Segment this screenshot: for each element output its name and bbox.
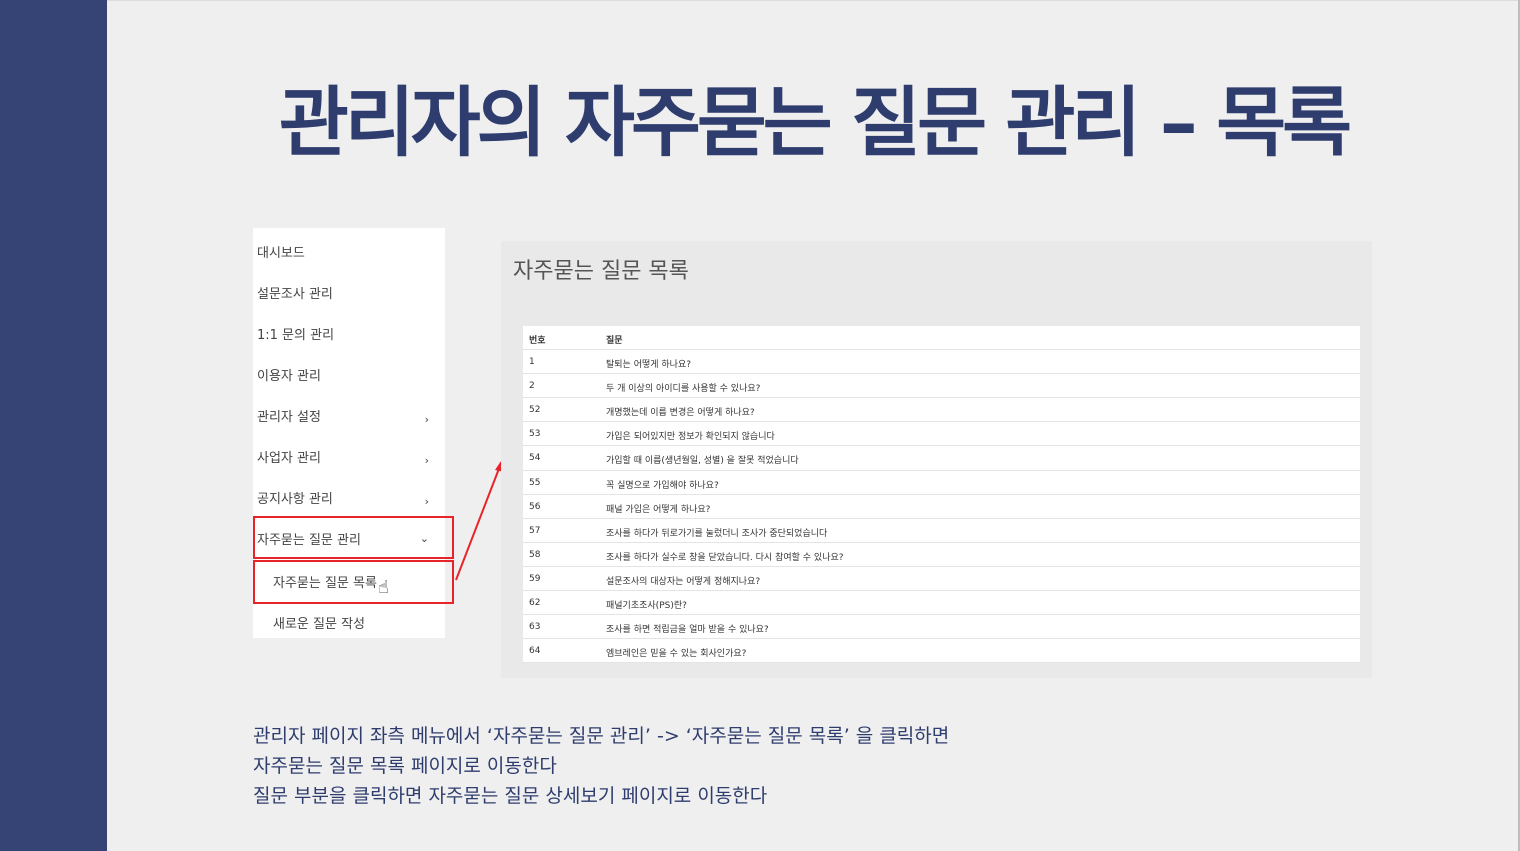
row-number: 55 <box>529 477 541 488</box>
table-row[interactable]: 1 탈퇴는 어떻게 하나요? <box>523 350 1360 375</box>
row-question[interactable]: 가입할 때 이름(생년월일, 성별) 을 잘못 적었습니다 <box>606 453 799 466</box>
table-row[interactable]: 62 패널기초조사(PS)란? <box>523 591 1360 616</box>
table-row[interactable]: 56 패널 가입은 어떻게 하나요? <box>523 495 1360 519</box>
row-number: 57 <box>529 525 541 536</box>
row-question[interactable]: 엠브레인은 믿을 수 있는 회사인가요? <box>606 646 746 659</box>
table-row[interactable]: 53 가입은 되어있지만 정보가 확인되지 않습니다 <box>523 422 1360 447</box>
row-question[interactable]: 패널기초조사(PS)란? <box>606 598 687 611</box>
row-question[interactable]: 가입은 되어있지만 정보가 확인되지 않습니다 <box>606 429 775 442</box>
row-number: 53 <box>529 429 541 440</box>
table-row[interactable]: 58 조사를 하다가 실수로 창을 닫았습니다. 다시 참여할 수 있나요? <box>523 543 1360 567</box>
faq-list-panel: 자주묻는 질문 목록 번호 질문 1 탈퇴는 어떻게 하나요? 2 두 개 이상의 … <box>501 241 1372 678</box>
table-row[interactable]: 54 가입할 때 이름(생년월일, 성별) 을 잘못 적었습니다 <box>523 446 1360 471</box>
column-header-number: 번호 <box>529 336 546 346</box>
table-row[interactable]: 63 조사를 하면 적립금을 얼마 받을 수 있나요? <box>523 615 1360 640</box>
row-question[interactable]: 패널 가입은 어떻게 하나요? <box>606 502 710 515</box>
panel-title: 자주묻는 질문 목록 <box>513 259 689 284</box>
row-number: 64 <box>529 646 541 657</box>
row-number: 59 <box>529 573 541 584</box>
row-question[interactable]: 설문조사의 대상자는 어떻게 정해지나요? <box>606 574 760 587</box>
row-question[interactable]: 개명했는데 이름 변경은 어떻게 하나요? <box>606 405 755 418</box>
row-number: 52 <box>529 405 541 416</box>
row-number: 1 <box>529 357 535 368</box>
description-line: 질문 부분을 클릭하면 자주묻는 질문 상세보기 페이지로 이동한다 <box>253 785 768 807</box>
description-line: 자주묻는 질문 목록 페이지로 이동한다 <box>253 755 557 777</box>
row-number: 62 <box>529 598 541 609</box>
column-header-question: 질문 <box>606 336 623 346</box>
row-number: 2 <box>529 381 535 392</box>
slide-description: 관리자 페이지 좌측 메뉴에서 ‘자주묻는 질문 관리’ -> ‘자주묻는 질문… <box>253 721 949 811</box>
row-question[interactable]: 두 개 이상의 아이디를 사용할 수 있나요? <box>606 381 760 394</box>
row-question[interactable]: 조사를 하다가 실수로 창을 닫았습니다. 다시 참여할 수 있나요? <box>606 550 844 563</box>
table-row[interactable]: 2 두 개 이상의 아이디를 사용할 수 있나요? <box>523 374 1360 399</box>
table-row[interactable]: 59 설문조사의 대상자는 어떻게 정해지나요? <box>523 567 1360 592</box>
row-number: 56 <box>529 501 541 512</box>
table-header-row: 번호 질문 <box>523 326 1360 351</box>
table-row[interactable]: 55 꼭 실명으로 가입해야 하나요? <box>523 471 1360 495</box>
row-number: 54 <box>529 453 541 464</box>
table-row[interactable]: 57 조사를 하다가 뒤로가기를 눌렀더니 조사가 중단되었습니다 <box>523 519 1360 543</box>
row-number: 63 <box>529 622 541 633</box>
table-row[interactable]: 52 개명했는데 이름 변경은 어떻게 하나요? <box>523 398 1360 423</box>
faq-table: 번호 질문 1 탈퇴는 어떻게 하나요? 2 두 개 이상의 아이디를 사용할 수 … <box>523 326 1360 664</box>
row-question[interactable]: 꼭 실명으로 가입해야 하나요? <box>606 478 719 491</box>
row-question[interactable]: 탈퇴는 어떻게 하나요? <box>606 357 691 370</box>
row-number: 58 <box>529 549 541 560</box>
description-line: 관리자 페이지 좌측 메뉴에서 ‘자주묻는 질문 관리’ -> ‘자주묻는 질문… <box>253 725 950 747</box>
table-row[interactable]: 64 엠브레인은 믿을 수 있는 회사인가요? <box>523 639 1360 664</box>
row-question[interactable]: 조사를 하다가 뒤로가기를 눌렀더니 조사가 중단되었습니다 <box>606 526 827 539</box>
row-question[interactable]: 조사를 하면 적립금을 얼마 받을 수 있나요? <box>606 622 769 635</box>
